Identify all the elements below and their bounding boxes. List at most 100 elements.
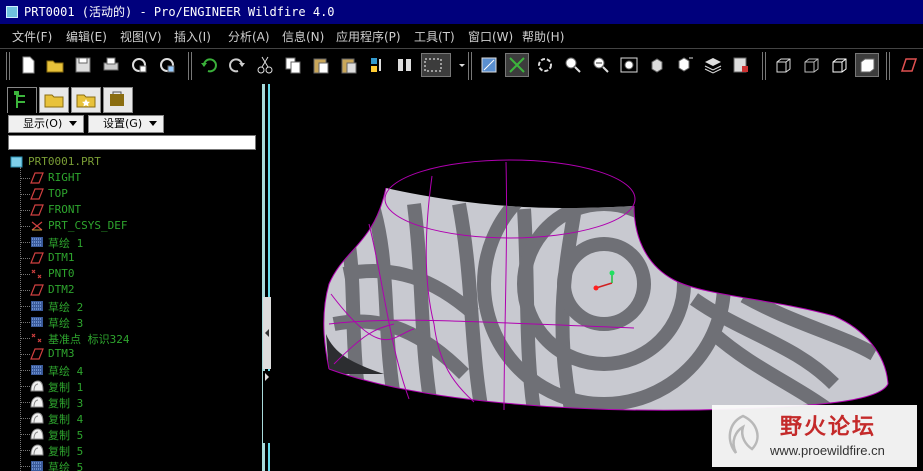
tree-item-label: 复制 5 bbox=[48, 429, 84, 442]
chevron-left-icon bbox=[265, 329, 269, 337]
menu-applications[interactable]: 应用程序(P) bbox=[336, 28, 401, 45]
new-file-icon[interactable] bbox=[17, 54, 39, 76]
tree-root[interactable]: PRT0001.PRT bbox=[0, 154, 262, 170]
tree-item[interactable]: 复制 1 bbox=[0, 378, 262, 394]
forum-url: www.proewildfire.cn bbox=[770, 443, 885, 458]
settings-dropdown-label: 设置(G) bbox=[103, 117, 143, 130]
cut-icon[interactable] bbox=[254, 54, 276, 76]
collapse-panel-handle[interactable] bbox=[263, 297, 271, 369]
tree-item[interactable]: 基准点 标识324 bbox=[0, 330, 262, 346]
forum-name: 野火论坛 bbox=[780, 414, 877, 440]
tree-connector bbox=[20, 370, 30, 371]
menu-tools[interactable]: 工具(T) bbox=[414, 28, 455, 45]
datum-plane-icon bbox=[30, 348, 44, 360]
show-dropdown[interactable]: 显示(O) bbox=[8, 115, 84, 133]
copy-feature-icon bbox=[30, 444, 44, 456]
panel-splitter[interactable] bbox=[262, 84, 274, 471]
tree-item-label: 草绘 4 bbox=[48, 365, 84, 378]
tree-item[interactable]: 草绘 1 bbox=[0, 234, 262, 250]
tree-connector bbox=[20, 434, 30, 435]
datum-planes-icon[interactable] bbox=[896, 54, 918, 76]
tree-item[interactable]: RIGHT bbox=[0, 170, 262, 186]
menu-info[interactable]: 信息(N) bbox=[282, 28, 324, 45]
send-email-icon[interactable] bbox=[128, 54, 150, 76]
hidden-line-icon[interactable] bbox=[800, 54, 822, 76]
repaint-icon[interactable] bbox=[478, 54, 500, 76]
sketch-icon bbox=[31, 237, 43, 247]
chevron-down-icon bbox=[149, 121, 157, 126]
tree-item[interactable]: 草绘 2 bbox=[0, 298, 262, 314]
tree-item[interactable]: 草绘 3 bbox=[0, 314, 262, 330]
tree-item[interactable]: 草绘 4 bbox=[0, 362, 262, 378]
tree-connector bbox=[20, 338, 30, 339]
favorites-tab[interactable] bbox=[71, 87, 101, 113]
tree-item[interactable]: PRT_CSYS_DEF bbox=[0, 218, 262, 234]
menu-help[interactable]: 帮助(H) bbox=[522, 28, 564, 45]
paste-icon[interactable] bbox=[310, 54, 332, 76]
regenerate-icon[interactable] bbox=[366, 54, 388, 76]
menu-insert[interactable]: 插入(I) bbox=[174, 28, 211, 45]
save-icon[interactable] bbox=[72, 54, 94, 76]
tree-item[interactable]: DTM1 bbox=[0, 250, 262, 266]
show-dropdown-label: 显示(O) bbox=[23, 117, 63, 130]
refit-icon[interactable] bbox=[618, 54, 640, 76]
view-manager-icon[interactable] bbox=[730, 54, 752, 76]
tree-connector bbox=[20, 178, 30, 179]
connections-tab[interactable] bbox=[103, 87, 133, 113]
redo-icon[interactable] bbox=[226, 54, 248, 76]
reorient-icon[interactable] bbox=[646, 54, 668, 76]
zoom-in-icon[interactable] bbox=[562, 54, 584, 76]
tree-item[interactable]: DTM3 bbox=[0, 346, 262, 362]
tree-connector bbox=[20, 242, 30, 243]
tree-connector bbox=[20, 386, 30, 387]
tree-item-label: 草绘 2 bbox=[48, 301, 84, 314]
forum-logo-icon bbox=[728, 414, 759, 454]
tree-item[interactable]: 复制 3 bbox=[0, 394, 262, 410]
no-hidden-icon[interactable] bbox=[828, 54, 850, 76]
settings-dropdown[interactable]: 设置(G) bbox=[88, 115, 164, 133]
tree-item-label: TOP bbox=[48, 187, 68, 200]
tree-item[interactable]: 复制 5 bbox=[0, 426, 262, 442]
tree-item[interactable]: FRONT bbox=[0, 202, 262, 218]
tree-connector bbox=[20, 450, 30, 451]
menu-view[interactable]: 视图(V) bbox=[120, 28, 162, 45]
menu-window[interactable]: 窗口(W) bbox=[468, 28, 513, 45]
tree-item[interactable]: 草绘 5 bbox=[0, 458, 262, 471]
tree-item[interactable]: PNT0 bbox=[0, 266, 262, 282]
tree-item[interactable]: 复制 5 bbox=[0, 442, 262, 458]
tree-search-input[interactable] bbox=[8, 135, 256, 150]
datum-plane-icon bbox=[30, 172, 44, 184]
smart-selection-icon[interactable] bbox=[421, 53, 451, 77]
open-file-icon[interactable] bbox=[44, 54, 66, 76]
orient-mode-icon[interactable] bbox=[534, 54, 556, 76]
tree-item[interactable]: 复制 4 bbox=[0, 410, 262, 426]
paste-special-icon[interactable] bbox=[338, 54, 360, 76]
model-tree-tab[interactable] bbox=[7, 87, 37, 113]
tree-item-label: DTM3 bbox=[48, 347, 75, 360]
folder-browser-tab[interactable] bbox=[39, 87, 69, 113]
wireframe-icon[interactable] bbox=[772, 54, 794, 76]
tree-item[interactable]: TOP bbox=[0, 186, 262, 202]
spin-center-icon[interactable] bbox=[505, 53, 529, 77]
tree-item[interactable]: DTM2 bbox=[0, 282, 262, 298]
menu-analysis[interactable]: 分析(A) bbox=[228, 28, 270, 45]
zoom-out-icon[interactable] bbox=[590, 54, 612, 76]
datum-plane-icon bbox=[30, 188, 44, 200]
sketch-icon bbox=[31, 317, 43, 327]
shading-icon[interactable] bbox=[855, 53, 879, 77]
regen-manager-icon[interactable] bbox=[394, 54, 416, 76]
copy-icon[interactable] bbox=[282, 54, 304, 76]
layers-icon[interactable] bbox=[702, 54, 724, 76]
datum-plane-icon bbox=[30, 252, 44, 264]
favorites-icon bbox=[76, 94, 96, 108]
tree-connector bbox=[20, 402, 30, 403]
saved-views-icon[interactable] bbox=[674, 54, 696, 76]
undo-icon[interactable] bbox=[198, 54, 220, 76]
menu-edit[interactable]: 编辑(E) bbox=[66, 28, 107, 45]
print-icon[interactable] bbox=[100, 54, 122, 76]
expand-panel-handle[interactable] bbox=[263, 371, 271, 443]
email-attachment-icon[interactable] bbox=[156, 54, 178, 76]
chevron-down-icon[interactable] bbox=[451, 54, 465, 76]
menu-file[interactable]: 文件(F) bbox=[12, 28, 52, 45]
part-icon bbox=[10, 156, 23, 168]
